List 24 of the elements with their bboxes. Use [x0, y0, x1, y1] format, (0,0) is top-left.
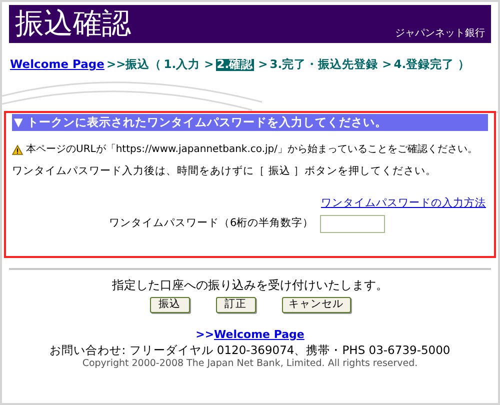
url-notice: 本ページのURLが「https://www.japannetbank.co.jp/」から始まっていることをご確認ください。	[26, 142, 478, 157]
breadcrumb-step: 1.入力	[164, 59, 200, 70]
field-label: ワンタイムパスワード（6桁の半角数字）	[109, 216, 314, 231]
instruction-text: ワンタイムパスワード入力後は、時間をあけずに［ 振込 ］ボタンを押してください。	[12, 164, 438, 179]
form-button[interactable]: 振込	[150, 296, 190, 312]
copyright-text: Copyright 2000-2008 The Japan Net Bank, Limited. All rights reserved.	[81, 358, 419, 370]
form-button[interactable]: 訂正	[216, 296, 256, 312]
breadcrumb-separator: >>振込（	[106, 59, 162, 70]
breadcrumb-step: 2.確認	[216, 59, 254, 70]
breadcrumb-separator: >	[204, 59, 214, 70]
page-title: 振込確認	[15, 9, 131, 38]
breadcrumb-step: 4.登録完了	[394, 59, 454, 70]
bank-name: ジャパンネット銀行	[395, 29, 485, 39]
welcome-page-link[interactable]: Welcome Page	[10, 59, 104, 70]
help-link[interactable]: ワンタイムパスワードの入力方法	[321, 196, 486, 212]
contact-info: お問い合わせ: フリーダイヤル 0120-369074、携帯・PHS 03-6739-5000	[48, 342, 452, 357]
breadcrumb-step: 3.完了・振込先登録	[270, 59, 378, 70]
confirm-message: 指定した口座への振り込みを受け付けいたします。	[111, 278, 389, 290]
panel-heading: ▼ トークンに表示されたワンタイムパスワードを入力してください。	[12, 114, 488, 131]
breadcrumb-separator: ）	[458, 59, 470, 70]
welcome-page-link[interactable]: >>Welcome Page	[196, 328, 304, 340]
breadcrumb-separator: >	[382, 59, 392, 70]
form-button[interactable]: キャンセル	[282, 296, 350, 312]
breadcrumb-separator: >	[258, 59, 268, 70]
